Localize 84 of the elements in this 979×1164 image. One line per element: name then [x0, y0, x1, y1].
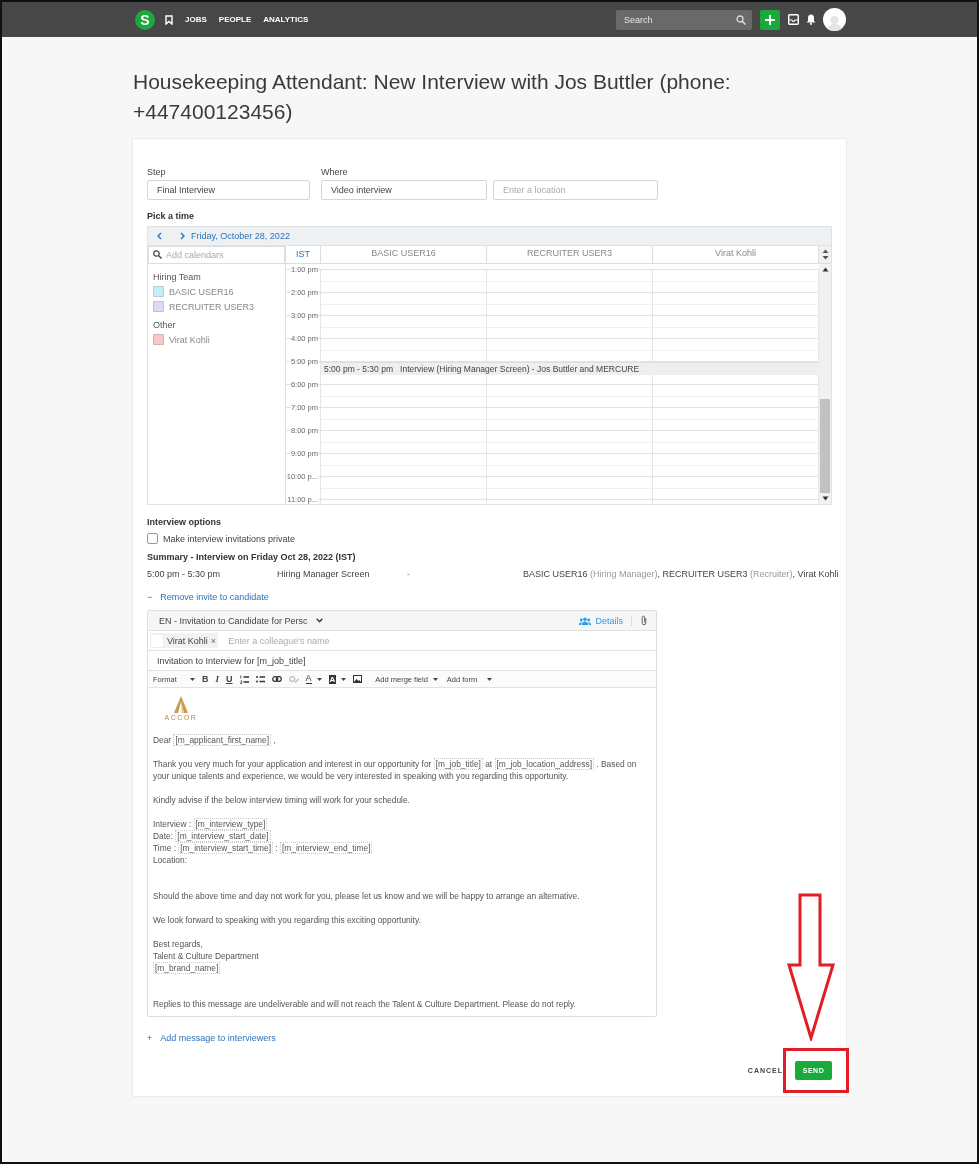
- caret-icon: [432, 677, 438, 681]
- field-label: Step: [147, 167, 167, 177]
- avatar[interactable]: [823, 8, 846, 31]
- image-icon[interactable]: [353, 675, 363, 683]
- email-text: Talent & Culture Department: [153, 950, 260, 962]
- email-text: Dear [m_applicant_first_name] ,: [153, 734, 277, 746]
- email-text: Location:: [153, 854, 188, 866]
- link-icon[interactable]: [271, 676, 282, 682]
- attendees-text: BASIC USER16 (Hiring Manager), RECRUITER USER3 (Recruiter), Virat Kohli: [523, 569, 839, 579]
- text-color-button[interactable]: A: [305, 674, 322, 684]
- nav-link[interactable]: PEOPLE: [218, 15, 252, 24]
- nav-link[interactable]: JOBS: [185, 15, 207, 24]
- column-header: BASIC USER16: [371, 248, 436, 258]
- page-title: Housekeeping Attendant: New Interview with Jos Buttler (phone: +447400123456): [133, 69, 732, 125]
- email-text: Best regards,: [153, 938, 204, 950]
- underline-button[interactable]: U: [226, 674, 233, 684]
- template-dropdown[interactable]: EN - Invitation to Candidate for Persc: [159, 615, 323, 626]
- checkbox-label[interactable]: Make interview invitations private: [163, 533, 296, 544]
- chevron-left-icon[interactable]: [157, 232, 162, 240]
- group-label: Other: [153, 320, 176, 330]
- plus-icon[interactable]: +: [147, 1033, 153, 1043]
- remove-invite-link[interactable]: Remove invite to candidate: [160, 592, 269, 602]
- search-icon: [736, 14, 746, 25]
- people-icon: [579, 616, 592, 625]
- search-field[interactable]: Search: [616, 9, 752, 30]
- inbox-icon[interactable]: [788, 14, 799, 25]
- section-label: Pick a time: [147, 211, 196, 221]
- up-arrow-icon: [821, 267, 829, 272]
- location-field[interactable]: Enter a location: [493, 180, 658, 200]
- bell-icon[interactable]: [806, 14, 816, 25]
- calendar-date[interactable]: Friday, October 28, 2022: [191, 231, 290, 241]
- where-field[interactable]: Video interview: [321, 180, 487, 200]
- caret-icon: [315, 618, 323, 623]
- bold-button[interactable]: B: [202, 674, 209, 684]
- timezone-label: IST: [296, 249, 310, 259]
- summary-type: Hiring Manager Screen: [277, 569, 371, 579]
- calendar-search-field[interactable]: Add calendars: [148, 246, 285, 264]
- field-label: Where: [321, 167, 349, 177]
- add-button[interactable]: [760, 9, 780, 30]
- summary-time: 5:00 pm - 5:30 pm: [147, 569, 222, 579]
- nav-link[interactable]: ANALYTICS: [263, 15, 309, 24]
- search-icon: [153, 250, 162, 259]
- column-header: Virat Kohli: [715, 248, 756, 258]
- email-text: [m_brand_name]: [153, 962, 222, 974]
- email-text: Interview : [m_interview_type]: [153, 818, 269, 830]
- minus-icon[interactable]: −: [147, 592, 153, 602]
- numbered-list-icon[interactable]: [239, 674, 249, 684]
- recipient-chip[interactable]: Virat Kohli ×: [150, 633, 219, 648]
- summary-location: -: [407, 569, 411, 579]
- calendar-event[interactable]: 5:00 pm - 5:30 pm Interview (Hiring Manager Screen) - Jos Buttler and MERCURE: [321, 362, 819, 375]
- step-field[interactable]: Final Interview: [147, 180, 310, 200]
- caret-icon: [487, 677, 493, 681]
- email-text: We look forward to speaking with you regarding this exciting opportunity.: [153, 914, 422, 926]
- email-text: Date: [m_interview_start_date]: [153, 830, 272, 842]
- highlight-frame: [783, 1048, 849, 1093]
- plus-icon: [765, 14, 775, 25]
- calendar-name[interactable]: BASIC USER16: [169, 286, 234, 297]
- add-message-link[interactable]: Add message to interviewers: [160, 1033, 276, 1043]
- email-text: Time : [m_interview_start_time] : [m_interview_end_time]: [153, 842, 374, 854]
- person-icon: [826, 14, 843, 31]
- background-color-button[interactable]: A: [328, 674, 347, 684]
- down-arrow-icon: [821, 496, 829, 501]
- bullet-list-icon[interactable]: [255, 675, 265, 683]
- bookmark-icon[interactable]: [165, 14, 173, 25]
- logo-drawing: [174, 696, 188, 713]
- email-text: Should the above time and day not work for you, please let us know and we will be happy to arrange an alternative.: [153, 890, 581, 902]
- chevron-right-icon[interactable]: [180, 232, 185, 240]
- checkbox[interactable]: [147, 533, 158, 544]
- email-text: Kindly advise if the below interview timing will work for your schedule.: [153, 794, 411, 806]
- caret-icon: [341, 677, 347, 681]
- sort-arrows-icon[interactable]: [821, 249, 829, 260]
- scrollbar[interactable]: [819, 264, 831, 504]
- column-header: RECRUITER USER3: [527, 248, 612, 258]
- section-label: Summary - Interview on Friday Oct 28, 2022 (IST): [147, 552, 357, 562]
- section-label: Interview options: [147, 517, 222, 527]
- email-text: Thank you very much for your application and interest in our opportunity for [m_job_title] at [m_job_location_address] . Based on your unique talents and experience, we would be very interested in speaking with you regarding this opportunity.: [153, 758, 638, 782]
- calendar-name[interactable]: Virat Kohli: [169, 334, 210, 345]
- paperclip-icon[interactable]: [641, 615, 647, 626]
- caret-icon: [190, 677, 195, 681]
- group-label: Hiring Team: [153, 272, 201, 282]
- calendar-name[interactable]: RECRUITER USER3: [169, 301, 254, 312]
- italic-button[interactable]: I: [215, 674, 219, 684]
- caret-icon: [316, 677, 322, 681]
- email-text: Replies to this message are undeliverable and will not reach the Talent & Culture Department. Please do not reply.: [153, 998, 577, 1010]
